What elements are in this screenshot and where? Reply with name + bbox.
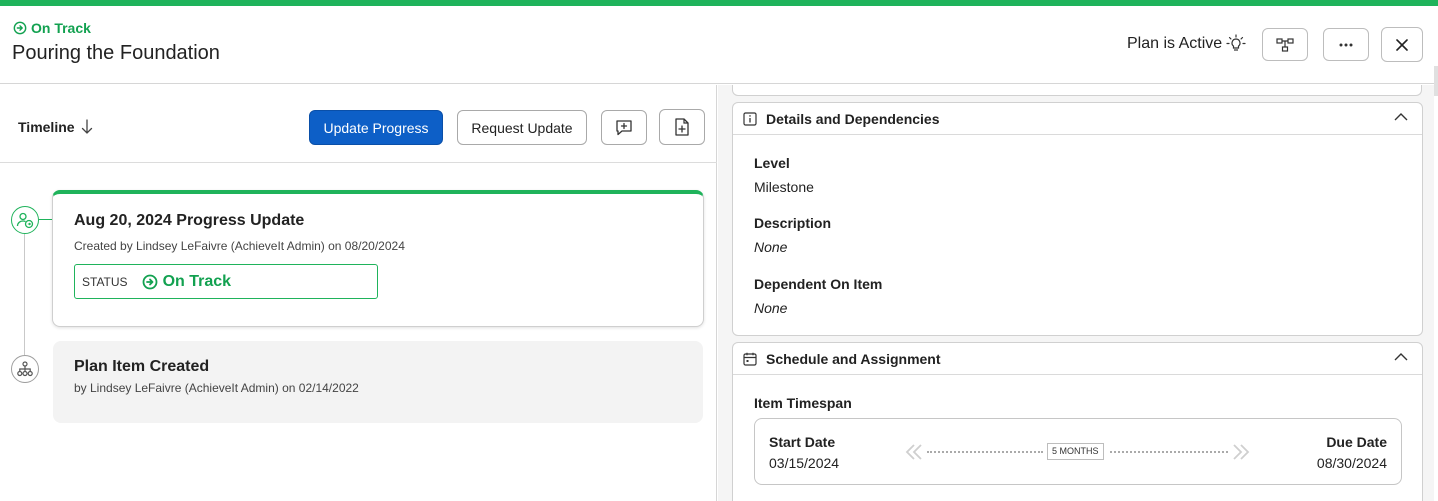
timespan-field: Item Timespan (754, 395, 852, 411)
card-title: Aug 20, 2024 Progress Update (74, 212, 305, 229)
description-label: Description (754, 215, 832, 231)
duration-badge: 5 MONTHS (1047, 443, 1104, 460)
status-value: On Track (142, 273, 231, 291)
arrow-circle-icon (142, 274, 157, 289)
details-pane: Details and Dependencies Level Milestone… (718, 85, 1434, 501)
page-header: On Track Pouring the Foundation Plan is … (0, 6, 1438, 96)
more-options-button[interactable] (1323, 28, 1369, 61)
update-progress-button[interactable]: Update Progress (309, 110, 443, 145)
card-subtitle: Created by Lindsey LeFaivre (AchieveIt A… (74, 239, 405, 253)
status-value-text: On Track (162, 272, 232, 290)
add-comment-button[interactable] (601, 110, 647, 145)
double-chevron-left-icon (905, 444, 922, 460)
timespan-box: Start Date 03/15/2024 5 MONTHS Due Date … (754, 418, 1402, 485)
dependent-label: Dependent On Item (754, 276, 883, 292)
level-value: Milestone (754, 179, 814, 195)
due-date-label: Due Date (1326, 434, 1387, 450)
timeline-sort[interactable]: Timeline (18, 119, 93, 135)
dependent-value: None (754, 300, 788, 316)
schedule-panel: Schedule and Assignment Item Timespan St… (732, 342, 1423, 501)
duration-indicator: 5 MONTHS (905, 440, 1250, 464)
status-badge: STATUS On Track (74, 264, 378, 299)
dependent-field: Dependent On Item None (754, 276, 882, 316)
close-icon (1396, 38, 1408, 51)
timeline-toolbar: Timeline Update Progress Request Update (0, 85, 717, 163)
timeline-node-created (11, 355, 39, 383)
dotted-line-left (927, 451, 1043, 453)
collapsed-panel-fragment (732, 85, 1422, 96)
org-chart-icon (17, 361, 33, 377)
scrollbar[interactable] (1434, 66, 1438, 96)
plan-active-text: Plan is Active (1127, 35, 1223, 52)
double-chevron-right-icon (1233, 444, 1250, 460)
timeline-pane: Timeline Update Progress Request Update … (0, 85, 717, 501)
calendar-icon (743, 352, 757, 366)
lightbulb-icon (1226, 34, 1246, 51)
progress-update-card[interactable]: Aug 20, 2024 Progress Update Created by … (52, 190, 704, 327)
dotted-line-right (1110, 451, 1228, 453)
info-icon (743, 111, 757, 126)
document-add-icon (675, 118, 689, 136)
start-date: Start Date 03/15/2024 (769, 434, 839, 471)
timeline-line (24, 233, 25, 355)
due-date-value: 08/30/2024 (1316, 455, 1387, 471)
plan-item-created-card: Plan Item Created by Lindsey LeFaivre (A… (53, 341, 703, 423)
timespan-label: Item Timespan (754, 395, 852, 411)
comment-add-icon (616, 119, 632, 135)
start-date-label: Start Date (769, 434, 836, 450)
chevron-up-icon[interactable] (1394, 352, 1408, 362)
timeline-node-progress (11, 206, 39, 234)
card-subtitle: by Lindsey LeFaivre (AchieveIt Admin) on… (74, 381, 359, 395)
description-value: None (754, 239, 788, 255)
schedule-heading: Schedule and Assignment (766, 350, 941, 367)
start-date-value: 03/15/2024 (769, 455, 840, 471)
plan-active-indicator: Plan is Active (1127, 34, 1246, 54)
timeline-label: Timeline (18, 119, 75, 135)
arrow-circle-icon (13, 21, 27, 35)
chevron-up-icon[interactable] (1394, 112, 1408, 122)
header-status-text: On Track (31, 20, 91, 36)
ellipsis-icon (1339, 43, 1353, 46)
request-update-button[interactable]: Request Update (457, 110, 587, 145)
details-heading: Details and Dependencies (766, 110, 940, 127)
status-label: STATUS (82, 274, 128, 289)
header-status: On Track (13, 20, 91, 36)
card-title: Plan Item Created (74, 358, 210, 375)
hierarchy-icon (1276, 37, 1294, 52)
hierarchy-button[interactable] (1262, 28, 1308, 61)
user-progress-icon (16, 212, 34, 229)
details-panel: Details and Dependencies Level Milestone… (732, 102, 1423, 336)
close-button[interactable] (1381, 27, 1423, 62)
schedule-panel-header[interactable]: Schedule and Assignment (733, 343, 1422, 375)
page-title: Pouring the Foundation (12, 42, 220, 64)
level-field: Level Milestone (754, 155, 814, 195)
description-field: Description None (754, 215, 831, 255)
details-panel-header[interactable]: Details and Dependencies (733, 103, 1422, 135)
arrow-down-icon (81, 119, 92, 134)
due-date: Due Date 08/30/2024 (1317, 434, 1387, 471)
level-label: Level (754, 155, 790, 171)
timeline-connector (39, 219, 53, 220)
add-document-button[interactable] (659, 109, 705, 145)
